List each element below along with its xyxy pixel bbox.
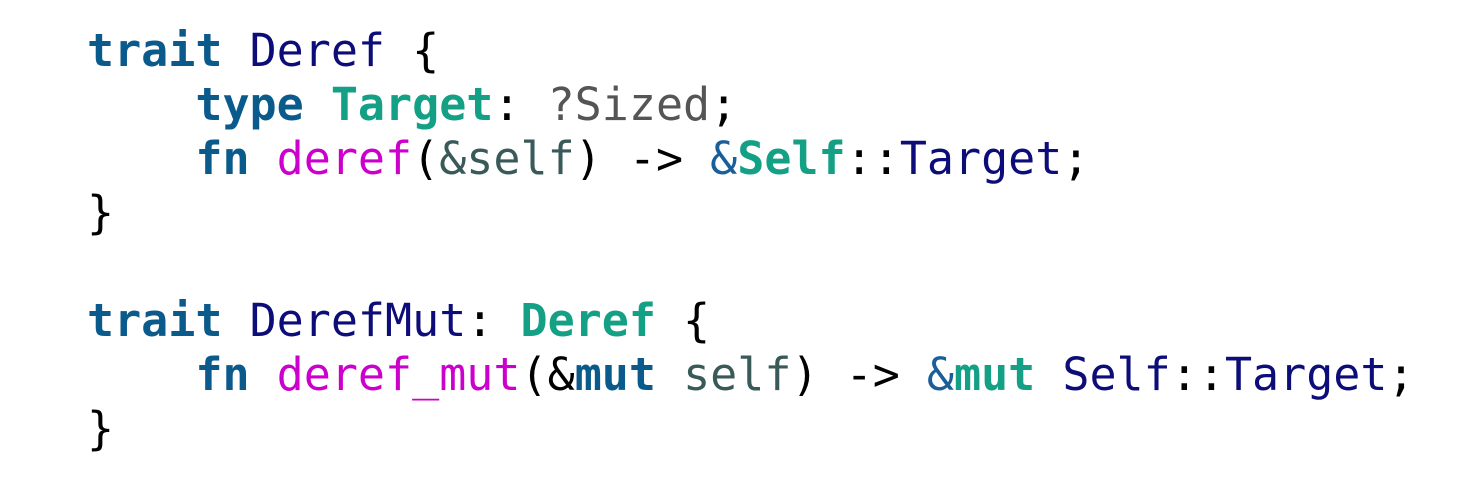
code-token: Target [330,78,494,131]
code-token: fn [195,132,250,185]
code-token: { [655,294,711,347]
code-token: self [683,348,792,401]
code-token: Deref [249,24,386,77]
code-line: trait DerefMut: Deref { [87,294,1415,348]
code-token: Target [1224,348,1388,401]
code-token: :: [845,132,900,185]
code-token: & [926,348,954,401]
code-token: Target [899,132,1063,185]
code-token: & [710,132,738,185]
code-token: ; [710,78,738,131]
code-token: } [87,402,115,455]
code-token: trait [87,294,223,347]
code-token: &self [439,132,575,185]
code-token: DerefMut [249,294,467,347]
code-token: Deref [520,294,656,347]
code-token: Self [737,132,846,185]
code-token: ( [412,132,440,185]
code-token: ?Sized [547,78,711,131]
code-token: : [466,294,521,347]
code-line: fn deref_mut(&mut self) -> &mut Self::Ta… [87,348,1415,402]
code-token: ) -> [574,132,711,185]
code-token: ; [1387,348,1415,401]
code-token: mut [574,348,656,401]
code-token: :: [1170,348,1225,401]
code-token: trait [87,24,223,77]
code-line: } [87,402,1415,456]
code-token: ) -> [791,348,927,401]
code-token: deref [276,132,413,185]
code-page: { "code_block": { "lines": [ [ {"text": … [0,0,1481,504]
code-token: fn [195,348,250,401]
code-line: type Target: ?Sized; [87,78,1415,132]
code-token: deref_mut [276,348,521,401]
code-token: Self [1062,348,1171,401]
code-token: } [87,186,115,239]
code-line: fn deref(&self) -> &Self::Target; [87,132,1415,186]
code-line: trait Deref { [87,24,1415,78]
code-token: { [385,24,440,77]
code-token: ; [1062,132,1090,185]
code-token: mut [954,348,1036,401]
code-token: : [493,78,548,131]
code-line: } [87,186,1415,240]
code-block: trait Deref { type Target: ?Sized; fn de… [87,24,1415,456]
code-token: type [195,78,304,131]
code-token: (& [520,348,575,401]
